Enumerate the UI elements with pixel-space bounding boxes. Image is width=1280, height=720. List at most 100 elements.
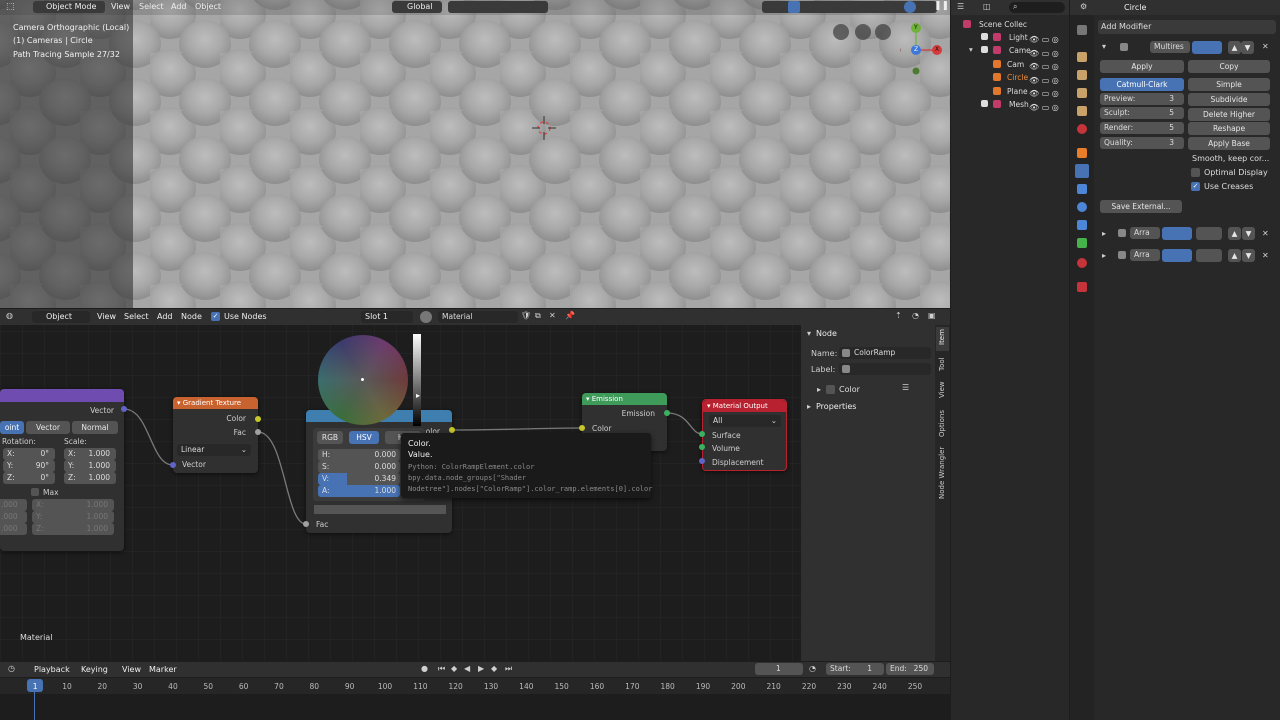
start-frame-field[interactable]: Start: 1 (826, 663, 884, 675)
render-tab-icon[interactable] (1077, 52, 1087, 62)
expand-icon[interactable]: ▸ (1102, 229, 1106, 238)
gizmo-toggle-icon[interactable] (788, 1, 800, 13)
material-name-field[interactable]: Material (438, 311, 518, 323)
scene-tab-icon[interactable] (1077, 106, 1087, 116)
output-target-dropdown[interactable]: All ⌄ (709, 415, 781, 427)
scale-y-field[interactable]: Y: 1.000 (64, 460, 116, 472)
preview-field[interactable]: Preview: 3 (1100, 93, 1184, 105)
backdrop-icon[interactable]: ▣ (928, 311, 936, 320)
material-output-node[interactable]: ▾ Material Output All ⌄ Surface Volume D… (702, 399, 787, 471)
color-ramp-bar[interactable] (314, 505, 446, 514)
snap-tools[interactable] (448, 1, 548, 13)
color-ramp-fac-input-socket[interactable] (303, 521, 309, 527)
emission-node-header[interactable]: ▾ Emission (582, 393, 667, 405)
render-field[interactable]: Render: 5 (1100, 122, 1184, 134)
editor-type-icon[interactable]: ◍ (6, 311, 13, 320)
color-checkbox[interactable] (826, 385, 835, 394)
pause-icon[interactable]: ❚❚ (934, 1, 949, 11)
camera-view-icon[interactable] (833, 24, 849, 40)
mapping-vector-output-socket[interactable] (121, 406, 127, 412)
viewport-shading-tools[interactable] (762, 1, 937, 13)
fake-user-icon[interactable]: 🛡 (521, 311, 531, 320)
menu-select[interactable]: Select (139, 2, 164, 11)
navigation-gizmo[interactable] (900, 20, 948, 80)
volume-input-socket[interactable] (699, 444, 705, 450)
transform-orientation-dropdown[interactable]: Global (392, 1, 442, 13)
modifier-tab-icon[interactable] (1075, 164, 1089, 178)
scale-x-field[interactable]: X: 1.000 (64, 448, 116, 460)
sculpt-field[interactable]: Sculpt: 5 (1100, 107, 1184, 119)
quality-field[interactable]: Quality: 3 (1100, 137, 1184, 149)
max-checkbox[interactable] (31, 488, 39, 496)
properties-collapse-icon[interactable]: ▸ (807, 402, 811, 411)
rotation-x-field[interactable]: X: 0° (3, 448, 55, 460)
surface-input-socket[interactable] (699, 431, 705, 437)
remove-modifier-icon[interactable]: ✕ (1262, 251, 1269, 260)
expand-icon[interactable]: ▸ (817, 385, 821, 394)
parent-node-tree-icon[interactable]: ⇡ (895, 311, 902, 320)
timeline-menu-view[interactable]: View (122, 665, 141, 674)
move-down-button[interactable]: ▼ (1242, 249, 1255, 262)
prev-key-icon[interactable]: ◆ (451, 664, 457, 673)
properties-type-icon[interactable]: ⚙ (1080, 2, 1087, 11)
color-wheel-cursor[interactable] (361, 378, 364, 381)
rendered-shading-icon[interactable] (904, 1, 916, 13)
zoom-icon[interactable] (875, 24, 891, 40)
play-reverse-icon[interactable]: ◀ (464, 664, 470, 673)
reshape-button[interactable]: Reshape (1188, 122, 1270, 135)
checkbox-icon[interactable] (981, 100, 988, 107)
mode-dropdown[interactable]: Object Mode (33, 1, 105, 13)
hue-field[interactable]: H: 0.000 (318, 449, 400, 461)
gradient-fac-output-socket[interactable] (255, 429, 261, 435)
uv-smooth-dropdown[interactable]: Smooth, keep cor... (1188, 152, 1272, 165)
clock-icon[interactable]: ◔ (809, 664, 816, 673)
remove-modifier-icon[interactable]: ✕ (1262, 42, 1269, 51)
outliner-search[interactable]: ⌕ (1009, 2, 1065, 13)
timeline-type-icon[interactable]: ◷ (8, 664, 15, 673)
collapse-icon[interactable]: ▾ (1102, 42, 1106, 51)
tab-node-wrangler[interactable]: Node Wrangler (936, 443, 949, 501)
mapping-type-point[interactable]: oint (0, 421, 24, 434)
output-tab-icon[interactable] (1077, 70, 1087, 80)
move-up-button[interactable]: ▲ (1228, 249, 1241, 262)
catmull-clark-button[interactable]: Catmull-Clark (1100, 78, 1184, 91)
visibility-toggles[interactable]: 👁 ▭ ◎ 👁 ▭ ◎ 👁 ▭ ◎ 👁 ▭ ◎ 👁 ▭ ◎ 👁 ▭ ◎ (1029, 33, 1065, 112)
jump-end-icon[interactable]: ⏭ (505, 664, 512, 674)
gradient-type-dropdown[interactable]: Linear ⌄ (177, 444, 251, 456)
array-toggle-extra[interactable] (1196, 249, 1222, 262)
saturation-field[interactable]: S: 0.000 (318, 461, 400, 473)
node-mode-dropdown[interactable]: Object (32, 311, 90, 323)
material-browse-icon[interactable] (420, 311, 432, 323)
use-creases-checkbox[interactable]: ✓ (1191, 182, 1200, 191)
expand-icon[interactable]: ▾ (969, 45, 973, 54)
jump-start-icon[interactable]: ⏮ (438, 664, 445, 674)
gradient-texture-node[interactable]: ▾ Gradient Texture Color Fac Linear ⌄ Ve… (173, 397, 258, 473)
checkbox-icon[interactable] (981, 33, 988, 40)
gradient-color-output-socket[interactable] (255, 416, 261, 422)
simple-button[interactable]: Simple (1188, 78, 1270, 91)
view-layer-tab-icon[interactable] (1077, 88, 1087, 98)
array-modifier-2[interactable]: ▸ Arra ▲ ▼ ✕ (1096, 248, 1276, 264)
save-external-button[interactable]: Save External... (1100, 200, 1182, 213)
alpha-field[interactable]: A: 1.000 (318, 485, 400, 497)
rotation-z-field[interactable]: Z: 0° (3, 472, 55, 484)
current-frame-field[interactable]: 1 (755, 663, 803, 675)
tab-view[interactable]: View (936, 378, 949, 400)
slot-dropdown[interactable]: Slot 1 (361, 311, 413, 323)
viewport[interactable]: ⬚ Object Mode View Select Add Object Glo… (0, 0, 950, 308)
rgb-tab[interactable]: RGB (317, 431, 343, 444)
display-mode-icon[interactable]: ◫ (983, 2, 991, 11)
optimal-display-checkbox[interactable] (1191, 168, 1200, 177)
move-down-button[interactable]: ▼ (1241, 41, 1254, 54)
node-name-field[interactable]: ColorRamp (839, 347, 931, 359)
array-name-field[interactable]: Arra (1130, 249, 1160, 261)
gradient-node-header[interactable]: ▾ Gradient Texture (173, 397, 258, 409)
emission-color-input-socket[interactable] (579, 425, 585, 431)
node-menu-node[interactable]: Node (181, 312, 202, 321)
displacement-input-socket[interactable] (699, 458, 705, 464)
gradient-vector-input-socket[interactable] (170, 462, 176, 468)
particles-tab-icon[interactable] (1077, 184, 1087, 194)
array-visibility-toggles[interactable] (1162, 249, 1192, 262)
timeline-menu-playback[interactable]: Playback (34, 665, 70, 674)
move-up-button[interactable]: ▲ (1228, 41, 1241, 54)
